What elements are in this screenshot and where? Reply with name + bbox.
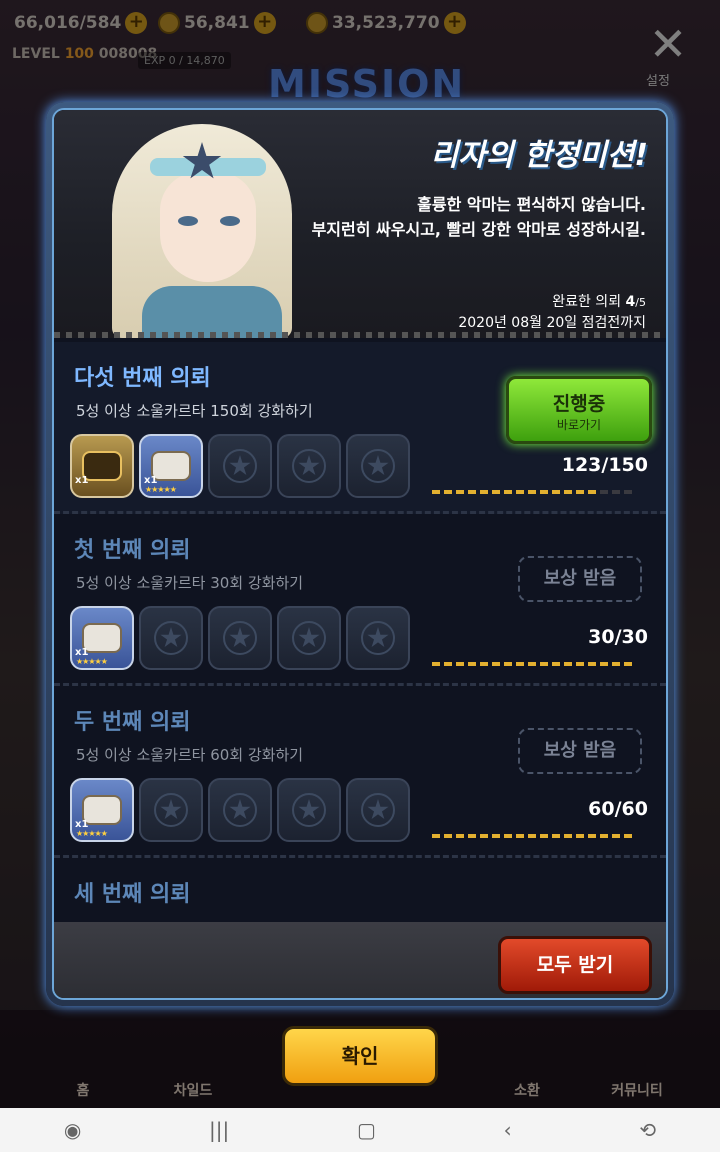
empty-reward-slot <box>208 606 272 670</box>
task-description: 5성 이상 소울카르타 150회 강화하기 <box>76 402 313 420</box>
empty-reward-slot <box>346 606 410 670</box>
button-sublabel: 바로가기 <box>556 418 602 432</box>
deadline-text: 2020년 08월 20일 점검전까지 <box>458 315 646 331</box>
empty-reward-slot <box>208 434 272 498</box>
confirm-button[interactable]: 확인 <box>282 1026 438 1086</box>
task-count: 60/60 <box>588 798 648 820</box>
reward-claimed-button[interactable]: 보상 받음 <box>518 728 642 774</box>
empty-reward-slot <box>346 434 410 498</box>
progress-bar <box>432 490 600 494</box>
empty-reward-slot <box>139 778 203 842</box>
star-icon <box>298 799 320 820</box>
task-title: 세 번째 의뢰 <box>74 882 191 907</box>
reward-stars: ★★★★★ <box>76 657 108 666</box>
in-progress-goto-button[interactable]: 진행중 바로가기 <box>506 376 652 444</box>
panel-footer: 모두 받기 <box>54 922 666 998</box>
reward-slot-card-box[interactable]: x1 <box>70 434 134 498</box>
reward-stars: ★★★★★ <box>145 485 177 494</box>
banner-progress: 완료한 의뢰 4/5 2020년 08월 20일 점검전까지 <box>458 292 646 334</box>
empty-reward-slot <box>139 606 203 670</box>
star-icon <box>298 455 320 476</box>
task-item-2: 두 번째 의뢰 5성 이상 소울카르타 60회 강화하기 x1 ★★★★★ 보상… <box>54 686 666 858</box>
banner-description: 훌륭한 악마는 편식하지 않습니다. 부지런히 싸우시고, 빨리 강한 악마로 … <box>312 192 646 242</box>
star-icon <box>367 455 389 476</box>
task-count: 30/30 <box>588 626 648 648</box>
task-list[interactable]: 다섯 번째 의뢰 5성 이상 소울카르타 150회 강화하기 x1 x1 ★★★… <box>54 342 666 998</box>
character-portrait <box>92 116 322 338</box>
reward-slots: x1 x1 ★★★★★ <box>70 434 410 498</box>
empty-reward-slot <box>208 778 272 842</box>
progress-done: 4 <box>625 294 636 310</box>
task-description: 5성 이상 소울카르타 60회 강화하기 <box>76 746 304 764</box>
banner-title: 리자의 한정미션! <box>430 138 648 173</box>
task-description: 5성 이상 소울카르타 30회 강화하기 <box>76 574 304 592</box>
star-icon <box>160 799 182 820</box>
reward-stars: ★★★★★ <box>76 829 108 838</box>
reward-claimed-button[interactable]: 보상 받음 <box>518 556 642 602</box>
android-nav-bar: ◉ ||| ▢ ‹ ⟲ <box>0 1108 720 1152</box>
reward-slots: x1 ★★★★★ <box>70 778 410 842</box>
star-icon <box>298 627 320 648</box>
empty-reward-slot <box>277 434 341 498</box>
receive-all-button[interactable]: 모두 받기 <box>498 936 652 994</box>
recent-apps-icon[interactable]: ||| <box>209 1118 229 1142</box>
task-title: 두 번째 의뢰 <box>74 710 191 735</box>
task-item-5: 다섯 번째 의뢰 5성 이상 소울카르타 150회 강화하기 x1 x1 ★★★… <box>54 342 666 514</box>
star-icon <box>367 799 389 820</box>
empty-reward-slot <box>277 606 341 670</box>
home-icon[interactable]: ▢ <box>357 1118 376 1142</box>
banner-desc-line2: 부지런히 싸우시고, 빨리 강한 악마로 성장하시길. <box>311 220 646 239</box>
reward-slot-fox-card[interactable]: x1 ★★★★★ <box>70 778 134 842</box>
star-icon <box>160 627 182 648</box>
reward-slot-fox-card[interactable]: x1 ★★★★★ <box>70 606 134 670</box>
task-title: 첫 번째 의뢰 <box>74 538 191 563</box>
assistant-icon[interactable]: ◉ <box>64 1118 81 1142</box>
progress-total: /5 <box>635 296 646 309</box>
reward-slot-fox-card[interactable]: x1 ★★★★★ <box>139 434 203 498</box>
task-item-1: 첫 번째 의뢰 5성 이상 소울카르타 30회 강화하기 x1 ★★★★★ 보상… <box>54 514 666 686</box>
rotate-icon[interactable]: ⟲ <box>639 1118 656 1142</box>
empty-reward-slot <box>346 778 410 842</box>
mission-banner: 리자의 한정미션! 훌륭한 악마는 편식하지 않습니다. 부지런히 싸우시고, … <box>54 110 666 338</box>
star-icon <box>367 627 389 648</box>
back-icon[interactable]: ‹ <box>504 1118 512 1142</box>
reward-slots: x1 ★★★★★ <box>70 606 410 670</box>
star-icon <box>229 455 251 476</box>
progress-bar <box>432 834 636 838</box>
progress-label: 완료한 의뢰 <box>552 294 622 310</box>
progress-bar <box>432 662 636 666</box>
task-count: 123/150 <box>561 454 648 476</box>
banner-desc-line1: 훌륭한 악마는 편식하지 않습니다. <box>417 195 646 214</box>
button-label: 진행중 <box>552 393 606 415</box>
mission-panel: 리자의 한정미션! 훌륭한 악마는 편식하지 않습니다. 부지런히 싸우시고, … <box>46 102 674 1006</box>
task-title: 다섯 번째 의뢰 <box>74 366 211 391</box>
star-icon <box>229 799 251 820</box>
star-icon <box>229 627 251 648</box>
mission-panel-inner: 리자의 한정미션! 훌륭한 악마는 편식하지 않습니다. 부지런히 싸우시고, … <box>52 108 668 1000</box>
reward-qty: x1 <box>75 475 89 486</box>
empty-reward-slot <box>277 778 341 842</box>
